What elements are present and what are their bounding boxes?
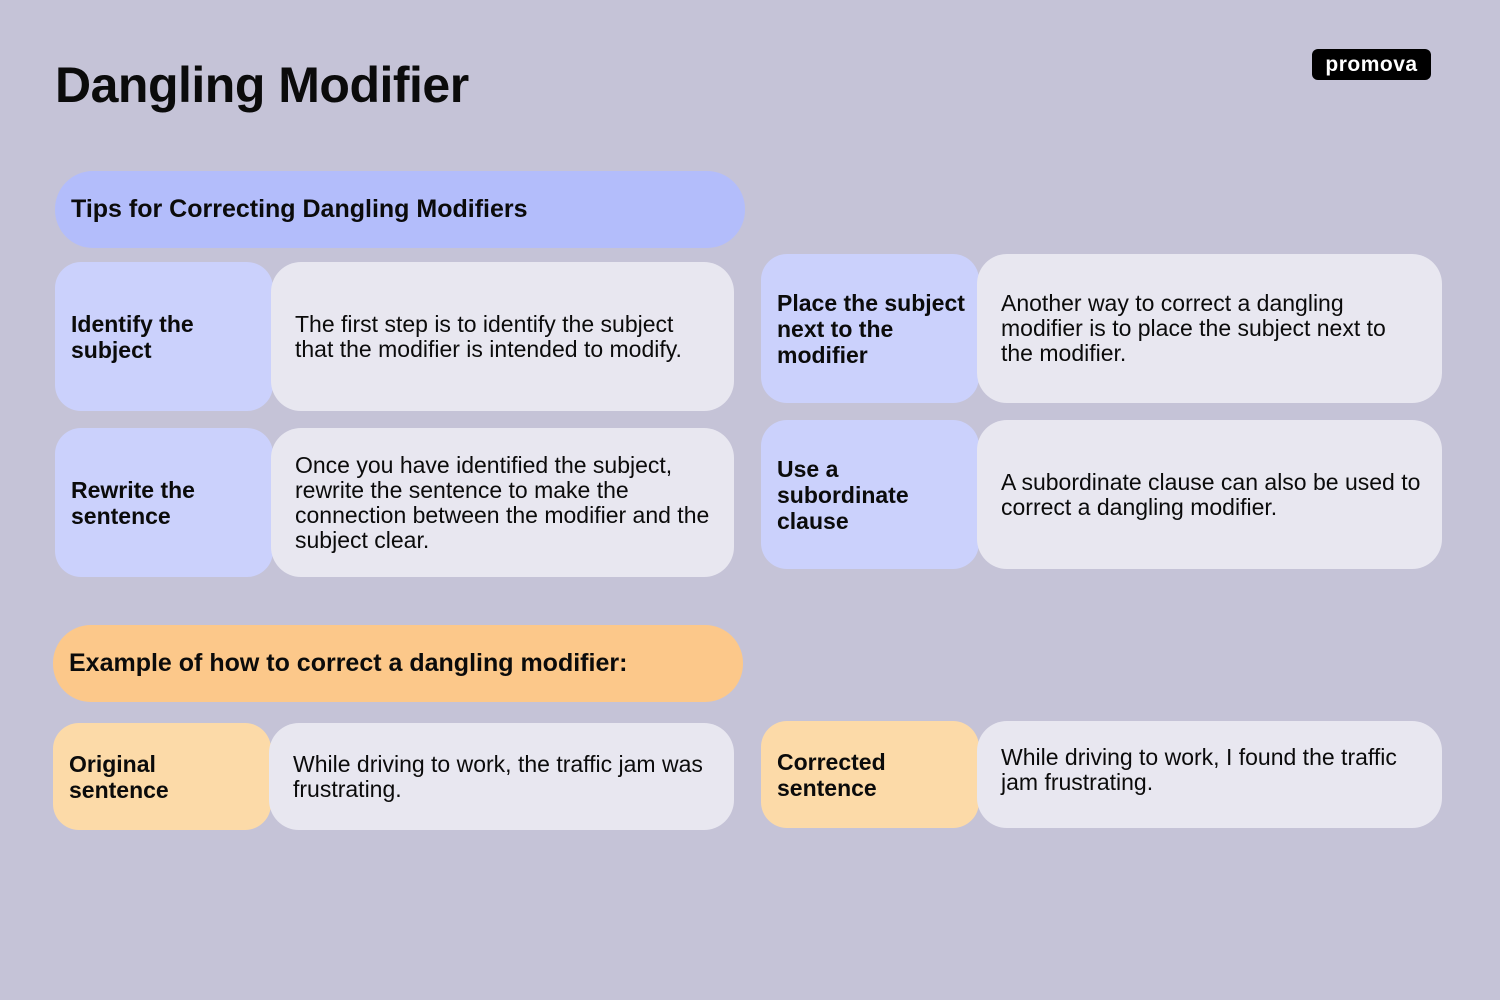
tip-label: Use a subordinate clause <box>761 420 979 569</box>
tip-card-place-subject: Place the subject next to the modifier A… <box>761 254 1442 403</box>
tip-card-identify-subject: Identify the subject The first step is t… <box>55 262 734 411</box>
example-sentence: While driving to work, the traffic jam w… <box>269 723 734 830</box>
example-label: Corrected sentence <box>761 721 979 828</box>
tip-description: Another way to correct a dangling modifi… <box>977 254 1442 403</box>
tip-card-rewrite-sentence: Rewrite the sentence Once you have ident… <box>55 428 734 577</box>
tip-description: A subordinate clause can also be used to… <box>977 420 1442 569</box>
example-sentence: While driving to work, I found the traff… <box>977 721 1442 828</box>
tip-label: Place the subject next to the modifier <box>761 254 979 403</box>
tip-description: Once you have identified the subject, re… <box>271 428 734 577</box>
example-card-original: Original sentence While driving to work,… <box>53 723 734 830</box>
example-heading: Example of how to correct a dangling mod… <box>53 625 743 702</box>
tip-label: Identify the subject <box>55 262 273 411</box>
tips-heading: Tips for Correcting Dangling Modifiers <box>55 171 745 248</box>
example-card-corrected: Corrected sentence While driving to work… <box>761 721 1442 828</box>
page-title: Dangling Modifier <box>55 57 469 113</box>
tip-card-subordinate-clause: Use a subordinate clause A subordinate c… <box>761 420 1442 569</box>
promova-logo: promova <box>1312 49 1431 80</box>
tip-description: The first step is to identify the subjec… <box>271 262 734 411</box>
tip-label: Rewrite the sentence <box>55 428 273 577</box>
example-label: Original sentence <box>53 723 271 830</box>
